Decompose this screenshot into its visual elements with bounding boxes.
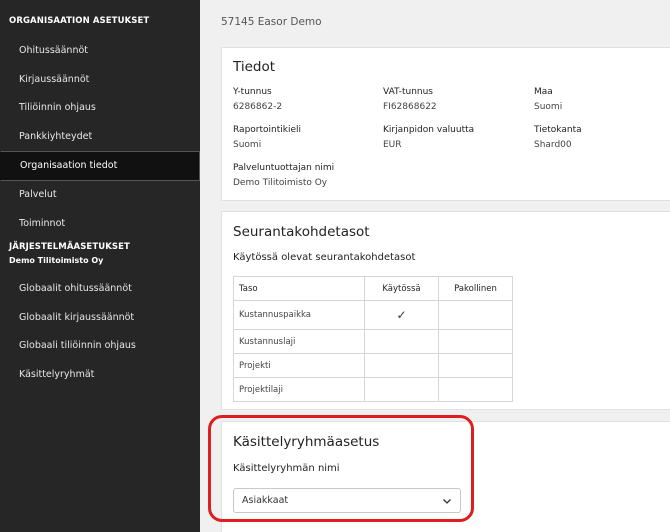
cell-kaytossa (364, 377, 439, 402)
kasittelyryhma-label: Käsittelyryhmän nimi (233, 463, 340, 474)
kasittely-title: Käsittelyryhmäasetus (233, 434, 380, 450)
sidebar-item-toiminnot[interactable]: Toiminnot (0, 210, 200, 238)
cell-kaytossa (364, 353, 439, 378)
sidebar-item-tilioinnin-ohjaus[interactable]: Tiliöinnin ohjaus (0, 94, 200, 122)
kasittelyryhma-select-value: Asiakkaat (242, 495, 289, 506)
field-value-kirjanpidon-valuutta: EUR (383, 140, 402, 150)
field-value-palveluntuottajan-nimi: Demo Tilitoimisto Oy (233, 178, 328, 188)
field-value-vat-tunnus: FI62868622 (383, 102, 437, 112)
seuranta-title: Seurantakohdetasot (233, 224, 370, 240)
page-title: 57145 Easor Demo (221, 16, 322, 28)
cell-kaytossa (364, 329, 439, 354)
column-header-pakollinen: Pakollinen (438, 276, 513, 301)
field-value-tietokanta: Shard00 (534, 140, 572, 150)
field-label-maa: Maa (534, 87, 553, 97)
sidebar-item-globaalit-ohitussaannot[interactable]: Globaalit ohitussäännöt (0, 275, 200, 303)
seuranta-subtitle: Käytössä olevat seurantakohdetasot (233, 252, 416, 263)
field-label-raportointikieli: Raportointikieli (233, 125, 302, 135)
field-label-y-tunnus: Y-tunnus (233, 87, 272, 97)
sidebar-item-palvelut[interactable]: Palvelut (0, 181, 200, 209)
table-header-row: Taso Käytössä Pakollinen (233, 276, 513, 301)
table-row: Projekti (233, 353, 513, 378)
org-settings-header: ORGANISAATION ASETUKSET (9, 16, 150, 26)
system-settings-org-name: Demo Tilitoimisto Oy (9, 256, 104, 265)
cell-taso: Kustannuspaikka (233, 300, 365, 330)
cell-taso: Kustannuslaji (233, 329, 365, 354)
table-row: Kustannuslaji (233, 329, 513, 354)
table-row: Kustannuspaikka ✓ (233, 300, 513, 330)
chevron-down-icon (443, 499, 451, 504)
cell-taso: Projektilaji (233, 377, 365, 402)
tiedot-card: Tiedot Y-tunnus 6286862-2 VAT-tunnus FI6… (221, 47, 670, 201)
main-content: 57145 Easor Demo Tiedot Y-tunnus 6286862… (200, 0, 670, 532)
seuranta-table: Taso Käytössä Pakollinen Kustannuspaikka… (233, 276, 513, 402)
sidebar-item-globaalit-kirjaussaannot[interactable]: Globaalit kirjaussäännöt (0, 304, 200, 332)
field-value-raportointikieli: Suomi (233, 140, 262, 150)
sidebar-item-organisaation-tiedot[interactable]: Organisaation tiedot (0, 151, 200, 181)
table-row: Projektilaji (233, 377, 513, 402)
field-label-tietokanta: Tietokanta (534, 125, 582, 135)
cell-pakollinen (438, 377, 513, 402)
tiedot-title: Tiedot (233, 59, 276, 75)
cell-pakollinen (438, 329, 513, 354)
sidebar-item-ohitussaannot[interactable]: Ohitussäännöt (0, 37, 200, 65)
kasittely-card: Käsittelyryhmäasetus Käsittelyryhmän nim… (221, 421, 670, 532)
cell-pakollinen (438, 300, 513, 330)
checkmark-icon: ✓ (364, 300, 439, 330)
column-header-kaytossa: Käytössä (364, 276, 439, 301)
sidebar-item-globaali-tilioinnin-ohjaus[interactable]: Globaali tiliöinnin ohjaus (0, 332, 200, 360)
sidebar: ORGANISAATION ASETUKSET Ohitussäännöt Ki… (0, 0, 200, 532)
sidebar-item-kirjaussaannot[interactable]: Kirjaussäännöt (0, 66, 200, 94)
sidebar-item-pankkiyhteydet[interactable]: Pankkiyhteydet (0, 123, 200, 151)
field-label-vat-tunnus: VAT-tunnus (383, 87, 433, 97)
kasittelyryhma-select[interactable]: Asiakkaat (233, 488, 461, 513)
field-value-maa: Suomi (534, 102, 563, 112)
field-label-palveluntuottajan-nimi: Palveluntuottajan nimi (233, 163, 335, 173)
cell-pakollinen (438, 353, 513, 378)
system-settings-header: JÄRJESTELMÄASETUKSET (9, 242, 130, 252)
seuranta-card: Seurantakohdetasot Käytössä olevat seura… (221, 211, 670, 410)
sidebar-item-kasittelyryhmat[interactable]: Käsittelyryhmät (0, 361, 200, 389)
cell-taso: Projekti (233, 353, 365, 378)
field-value-y-tunnus: 6286862-2 (233, 102, 283, 112)
column-header-taso: Taso (233, 276, 365, 301)
field-label-kirjanpidon-valuutta: Kirjanpidon valuutta (383, 125, 475, 135)
